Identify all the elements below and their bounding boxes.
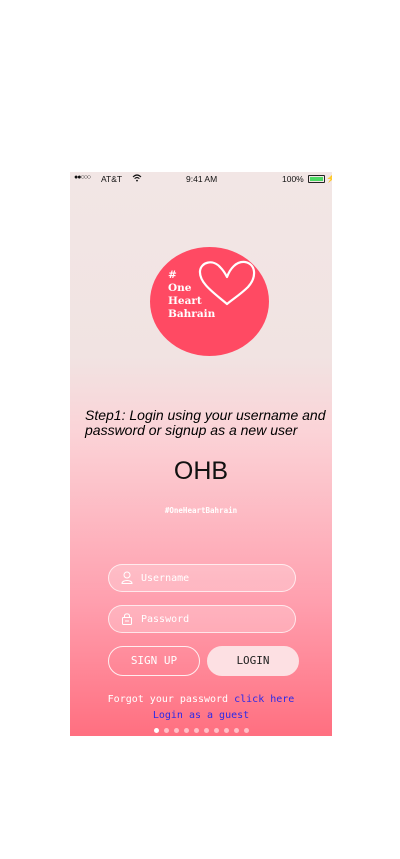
charging-icon: ⚡	[326, 174, 332, 183]
phone-screen: ●●○○○ AT&T 9:41 AM 100% ⚡ # One Heart Ba…	[70, 172, 332, 736]
page-dot[interactable]	[224, 728, 229, 733]
forgot-password-link[interactable]: click here	[234, 694, 294, 705]
status-bar: ●●○○○ AT&T 9:41 AM 100% ⚡	[70, 172, 332, 186]
page-dot[interactable]	[214, 728, 219, 733]
password-field[interactable]	[108, 605, 296, 633]
status-time: 9:41 AM	[186, 174, 218, 184]
page-dot[interactable]	[204, 728, 209, 733]
page-dot[interactable]	[244, 728, 249, 733]
carrier-name: AT&T	[101, 174, 123, 184]
forgot-password-text: Forgot your password	[107, 694, 229, 705]
heart-icon	[198, 260, 256, 306]
page-dot[interactable]	[194, 728, 199, 733]
one-heart-bahrain-logo: # One Heart Bahrain	[150, 247, 269, 356]
app-title: OHB	[173, 457, 229, 485]
user-icon	[121, 571, 133, 589]
battery-percent: 100%	[282, 174, 304, 184]
page-dot[interactable]	[174, 728, 179, 733]
page-dot[interactable]	[154, 728, 159, 733]
forgot-password-row: Forgot your password click here	[70, 694, 332, 705]
password-input[interactable]	[141, 606, 281, 632]
username-field[interactable]	[108, 564, 296, 592]
hashtag-label: #OneHeartBahrain	[164, 506, 238, 515]
wifi-icon	[132, 174, 142, 184]
battery-icon	[308, 175, 325, 183]
sign-up-button[interactable]: SIGN UP	[108, 646, 200, 676]
login-button[interactable]: LOGIN	[207, 646, 299, 676]
guest-login-link[interactable]: Login as a guest	[70, 710, 332, 721]
lock-icon	[121, 612, 133, 630]
signal-strength-icon: ●●○○○	[74, 174, 91, 181]
page-dot[interactable]	[184, 728, 189, 733]
page-dot[interactable]	[164, 728, 169, 733]
page-dot[interactable]	[234, 728, 239, 733]
step-instruction: Step1: Login using your username and pas…	[85, 407, 326, 438]
username-input[interactable]	[141, 565, 281, 591]
